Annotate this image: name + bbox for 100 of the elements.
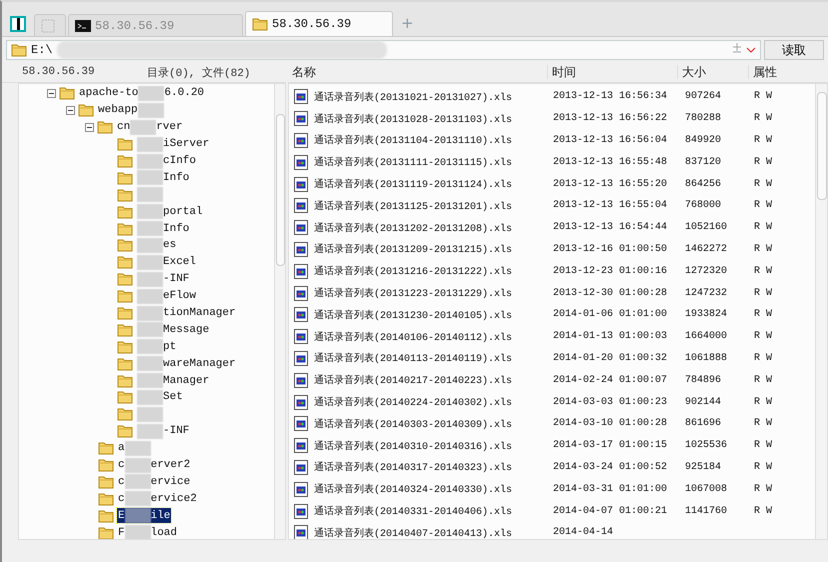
folder-label[interactable]: Info: [136, 170, 190, 186]
folder-label[interactable]: iServer: [136, 136, 210, 152]
modified-time: 2014-01-20 01:00:32: [552, 352, 668, 364]
folder-icon: [59, 86, 75, 100]
folder-label[interactable]: -INF: [136, 272, 190, 287]
modified-time: 2014-03-03 01:00:23: [552, 396, 668, 408]
file-size: 1933824: [684, 309, 728, 320]
folder-label[interactable]: cn rver: [116, 120, 184, 135]
file-name: 通话录音列表(20140224-20140302).xls: [313, 396, 514, 410]
collapse-toggle-icon[interactable]: [66, 106, 75, 115]
folder-label[interactable]: apache-to 6.0.20: [78, 86, 206, 101]
file-name: 通话录音列表(20131104-20131110).xls: [313, 134, 514, 148]
spreadsheet-file-icon: [294, 286, 308, 301]
spreadsheet-file-icon: [294, 154, 308, 170]
folder-label[interactable]: wareManager: [136, 356, 237, 372]
folder-label[interactable]: Set: [136, 390, 184, 405]
window-icon: [41, 18, 55, 32]
file-size: 1462272: [684, 244, 728, 255]
folder-icon: [117, 272, 133, 286]
modified-time: 2013-12-13 16:55:48: [552, 156, 668, 168]
folder-label[interactable]: portal: [136, 204, 204, 220]
file-name: 通话录音列表(20140113-20140119).xls: [313, 352, 514, 366]
column-header[interactable]: 时间: [547, 65, 677, 79]
folder-label[interactable]: cInfo: [136, 154, 198, 168]
folder-icon: [117, 374, 133, 388]
scrollbar[interactable]: [815, 84, 827, 539]
folder-label[interactable]: webapp: [97, 102, 165, 118]
file-attributes: R W: [753, 134, 774, 146]
folder-icon: [117, 289, 133, 304]
folder-label[interactable]: tionManager: [136, 306, 237, 321]
file-name: 通话录音列表(20131223-20131229).xls: [313, 286, 514, 300]
modified-time: 2013-12-13 16:55:04: [552, 200, 668, 212]
collapse-toggle-icon[interactable]: [85, 122, 94, 132]
file-name: 通话录音列表(20140317-20140323).xls: [313, 460, 514, 474]
modified-time: 2014-01-06 01:01:00: [552, 309, 668, 320]
folder-label[interactable]: eFlow: [136, 288, 198, 304]
modified-time: 2013-12-16 01:00:50: [552, 244, 668, 255]
folder-label[interactable]: F load: [117, 525, 178, 539]
spreadsheet-file-icon: [294, 504, 308, 519]
file-size: 1247232: [684, 288, 728, 299]
file-attributes: R W: [753, 331, 774, 342]
folder-icon: [117, 255, 133, 270]
host-label: 58.30.56.39: [22, 66, 96, 78]
tab[interactable]: 58.30.56.39: [245, 11, 393, 36]
file-attributes: R W: [753, 113, 774, 124]
modified-time: 2014-04-14: [552, 527, 614, 538]
file-attributes: R W: [753, 266, 774, 277]
file-name: 通话录音列表(20131209-20131215).xls: [313, 242, 514, 256]
spreadsheet-file-icon: [294, 242, 308, 257]
folder-label[interactable]: -INF: [136, 424, 190, 439]
folder-label[interactable]: pt: [136, 339, 178, 354]
file-name: 通话录音列表(20140324-20140330).xls: [313, 482, 514, 496]
file-name: 通话录音列表(20140217-20140223).xls: [313, 374, 514, 388]
spreadsheet-file-icon: [294, 132, 308, 148]
folder-icon: [98, 492, 114, 506]
folder-label[interactable]: Info: [136, 221, 190, 236]
file-size: 780288: [684, 113, 722, 124]
file-name: 通话录音列表(20140331-20140406).xls: [313, 504, 514, 518]
column-header[interactable]: 属性: [748, 65, 814, 79]
panel-toggle-icon[interactable]: [10, 16, 26, 32]
path-field[interactable]: E:\: [6, 40, 761, 60]
spreadsheet-file-icon: [294, 416, 308, 432]
folder-icon: [117, 356, 133, 371]
modified-time: 2014-03-10 01:00:28: [552, 418, 668, 430]
folder-label[interactable]: Excel: [136, 254, 198, 270]
file-name: 通话录音列表(20131202-20131208).xls: [313, 222, 514, 235]
file-attributes: R W: [753, 91, 774, 102]
modified-time: 2014-01-13 01:00:03: [552, 331, 668, 342]
modified-time: 2013-12-13 16:54:44: [552, 222, 668, 234]
file-size: 907264: [684, 91, 722, 102]
folder-label[interactable]: c ervice: [117, 474, 192, 490]
folder-icon: [117, 238, 133, 252]
spreadsheet-file-icon: [294, 89, 308, 104]
column-header[interactable]: 名称: [288, 65, 547, 79]
collapse-toggle-icon[interactable]: [47, 88, 56, 98]
folder-label[interactable]: a: [117, 440, 152, 456]
scrollbar[interactable]: [274, 84, 285, 539]
column-header[interactable]: 大小: [677, 65, 748, 79]
file-name: 通话录音列表(20140303-20140309).xls: [313, 418, 514, 431]
folder-label[interactable]: E ile: [117, 508, 172, 524]
file-size: 837120: [684, 156, 722, 168]
file-name: 通话录音列表(20131021-20131027).xls: [313, 90, 514, 104]
folder-label[interactable]: c ervice2: [117, 491, 198, 506]
folder-label[interactable]: Message: [136, 322, 210, 338]
folder-label[interactable]: es: [136, 238, 178, 253]
spreadsheet-file-icon: [294, 394, 308, 410]
folder-label[interactable]: c erver2: [117, 458, 192, 473]
file-attributes: R W: [753, 288, 774, 299]
file-size: 902144: [684, 396, 722, 408]
folder-icon: [11, 43, 27, 57]
spreadsheet-file-icon: [294, 438, 308, 454]
folder-icon: [117, 407, 133, 422]
folder-label[interactable]: Manager: [136, 373, 210, 388]
file-attributes: R W: [753, 440, 774, 452]
file-name: 通话录音列表(20140407-20140413).xls: [313, 526, 514, 539]
file-attributes: R W: [753, 484, 774, 495]
folder-icon: [98, 458, 114, 472]
read-button[interactable]: 读取: [764, 40, 824, 60]
file-attributes: R W: [753, 506, 774, 517]
folder-icon: [117, 154, 133, 168]
